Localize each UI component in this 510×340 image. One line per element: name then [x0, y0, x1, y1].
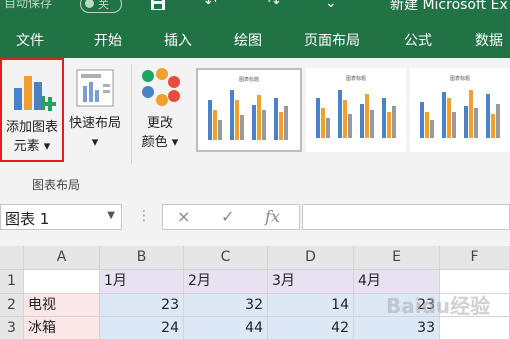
redo-icon[interactable]: ↷ — [268, 0, 280, 11]
cell-d3[interactable]: 42 — [268, 317, 354, 340]
row-header-1[interactable]: 1 — [0, 270, 24, 294]
autosave-state: 关 — [98, 0, 109, 11]
cell-b3[interactable]: 24 — [100, 317, 184, 340]
add-chart-element-button[interactable]: 添加图表 元素 ▾ — [0, 58, 64, 162]
row-header-2[interactable]: 2 — [0, 294, 24, 317]
chart-style-1-bars — [208, 90, 288, 140]
chart-layout-group-label: 图表布局 — [32, 178, 81, 192]
save-icon[interactable] — [150, 0, 166, 15]
customize-arrow-icon[interactable]: ⌄ — [325, 0, 337, 11]
cell-c2[interactable]: 32 — [184, 294, 268, 317]
cell-e3[interactable]: 33 — [354, 317, 440, 340]
add-chart-element-icon — [14, 76, 57, 111]
undo-icon[interactable]: ↶ — [205, 0, 217, 11]
cell-a3[interactable]: 冰箱 — [24, 317, 100, 340]
cell-c1[interactable]: 2月 — [184, 270, 268, 294]
column-header-c[interactable]: C — [184, 246, 268, 270]
cell-f3[interactable] — [440, 317, 510, 340]
toggle-knob — [85, 0, 94, 8]
chart-style-3-bars — [420, 90, 500, 138]
name-box[interactable]: 图表 1 ▼ — [0, 204, 122, 230]
tab-file[interactable]: 文件 — [16, 30, 44, 50]
enter-icon[interactable]: ✓ — [221, 207, 234, 226]
formula-buttons: × ✓ fx — [162, 204, 300, 230]
quick-layout-button[interactable]: 快速布局 ▾ — [64, 58, 126, 162]
change-colors-button[interactable]: 更改 颜色 ▾ — [130, 58, 190, 162]
formula-input[interactable] — [302, 204, 510, 230]
add-chart-element-label-1: 添加图表 — [5, 120, 58, 135]
tab-draw[interactable]: 绘图 — [234, 30, 262, 50]
cell-d2[interactable]: 14 — [268, 294, 354, 317]
formula-bar: 图表 1 ▼ ⋮ × ✓ fx — [0, 196, 510, 240]
cell-b2[interactable]: 23 — [100, 294, 184, 317]
name-box-value: 图表 1 — [5, 210, 50, 228]
ribbon-tabs: 文件 开始 插入 绘图 页面布局 公式 数据 — [0, 22, 510, 58]
autosave-label: 自动保存 — [4, 0, 53, 10]
tab-insert[interactable]: 插入 — [164, 30, 192, 50]
chart-style-1[interactable]: 图表标题 — [196, 68, 302, 152]
chart-style-2-title: 图表标题 — [346, 75, 366, 82]
quick-layout-icon — [76, 69, 114, 107]
column-header-e[interactable]: E — [354, 246, 440, 270]
cell-a2[interactable]: 电视 — [24, 294, 100, 317]
change-colors-icon — [142, 68, 180, 106]
cell-a1[interactable] — [24, 270, 100, 294]
watermark: Baidu经验 — [386, 294, 491, 318]
column-header-a[interactable]: A — [24, 246, 100, 270]
select-all-corner[interactable] — [0, 246, 24, 270]
row-header-3[interactable]: 3 — [0, 317, 24, 340]
column-header-d[interactable]: D — [268, 246, 354, 270]
column-header-b[interactable]: B — [100, 246, 184, 270]
tab-home[interactable]: 开始 — [94, 30, 122, 50]
ribbon: 添加图表 元素 ▾ 快速布局 ▾ 更改 颜色 ▾ 图表布局 图表标题 图表标题 … — [0, 58, 510, 197]
chart-style-2-bars — [316, 90, 396, 138]
document-title: 新建 Microsoft Ex — [390, 0, 508, 13]
chart-style-3-title: 图表标题 — [450, 75, 470, 82]
chart-style-2[interactable]: 图表标题 — [306, 68, 406, 152]
tab-data[interactable]: 数据 — [475, 30, 503, 50]
change-colors-label-1: 更改 — [146, 116, 173, 131]
chart-style-1-title: 图表标题 — [239, 76, 259, 83]
tab-page-layout[interactable]: 页面布局 — [304, 30, 360, 50]
add-chart-element-label-2: 元素 ▾ — [13, 139, 51, 154]
cancel-icon[interactable]: × — [177, 207, 190, 226]
formula-bar-grip-icon[interactable]: ⋮ — [137, 208, 151, 224]
cell-b1[interactable]: 1月 — [100, 270, 184, 294]
cell-c3[interactable]: 44 — [184, 317, 268, 340]
change-colors-label-2: 颜色 ▾ — [141, 135, 179, 150]
name-box-dropdown-icon[interactable]: ▼ — [107, 210, 115, 221]
cell-d1[interactable]: 3月 — [268, 270, 354, 294]
tab-formulas[interactable]: 公式 — [404, 30, 432, 50]
column-header-f[interactable]: F — [440, 246, 510, 270]
chart-style-3[interactable]: 图表标题 — [410, 68, 510, 152]
chart-styles-gallery: 图表标题 图表标题 图表标题 — [194, 68, 510, 152]
title-bar: 自动保存 关 ↶ ↷ ⌄ 新建 Microsoft Ex — [0, 0, 510, 22]
quick-layout-label: 快速布局 — [68, 116, 121, 131]
autosave-toggle[interactable]: 关 — [80, 0, 122, 13]
insert-function-icon[interactable]: fx — [265, 207, 280, 226]
quick-layout-caret-icon: ▾ — [91, 135, 99, 150]
